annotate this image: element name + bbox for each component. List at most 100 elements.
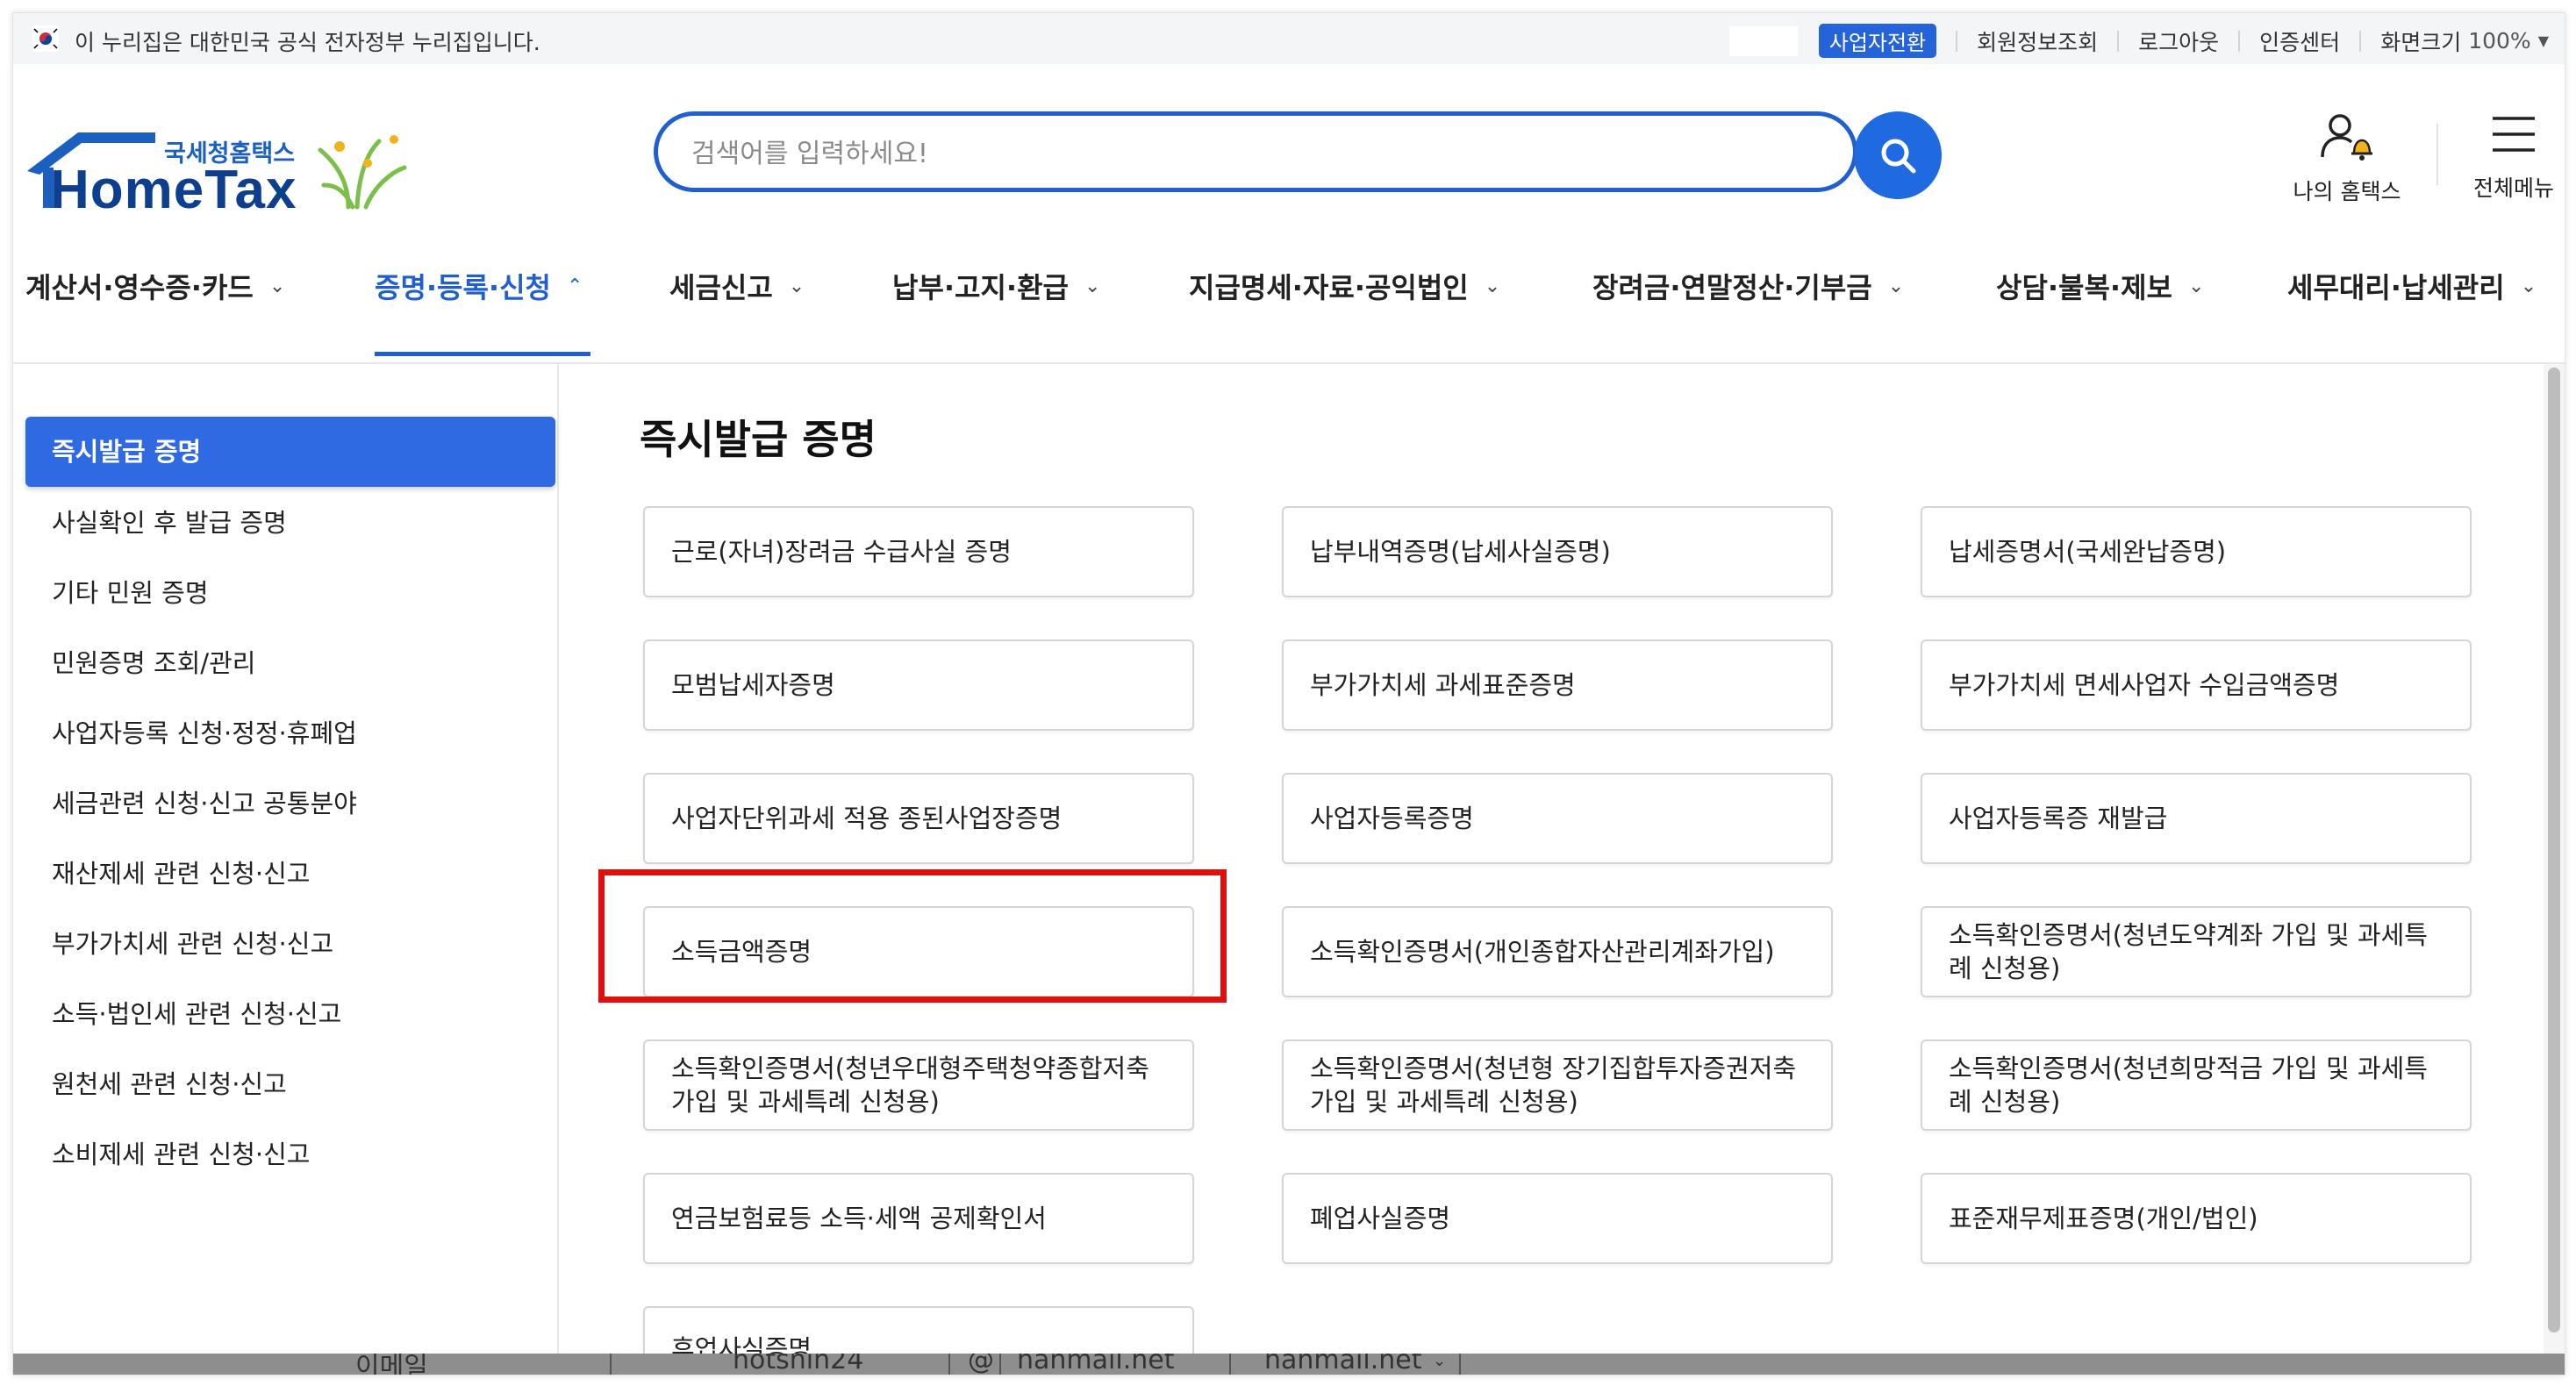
divider (2238, 30, 2241, 52)
sidebar-item-property-tax[interactable]: 재산제세 관련 신청·신고 (52, 854, 310, 890)
sidebar-item-consumption-tax[interactable]: 소비제세 관련 신청·신고 (52, 1134, 310, 1171)
nav-item-incentives[interactable]: 장려금·연말정산·기부금 ⌄ (1592, 266, 1904, 306)
email-label: 이메일 (355, 1354, 428, 1375)
chevron-down-icon[interactable]: ▼ (2538, 32, 2549, 49)
chevron-down-icon: ⌄ (1084, 275, 1101, 297)
scrollbar-thumb[interactable] (2548, 368, 2560, 1332)
nav-item-receipts[interactable]: 계산서·영수증·카드 ⌄ (25, 266, 285, 306)
search-icon (1881, 139, 1916, 174)
browser-frame: 이 누리집은 대한민국 공식 전자정부 누리집입니다. 사업자전환 회원정보조회… (12, 12, 2565, 1375)
page-title: 즉시발급 증명 (640, 416, 877, 463)
certificate-card[interactable]: 소득확인증명서(개인종합자산관리계좌가입) (1282, 906, 1833, 997)
certificate-card[interactable]: 표준재무제표증명(개인/법인) (1921, 1173, 2472, 1264)
nav-item-tax-agent[interactable]: 세무대리·납세관리 ⌄ (2287, 266, 2537, 306)
divider (948, 1354, 950, 1375)
chevron-down-icon: ⌄ (268, 275, 286, 297)
member-info-link[interactable]: 회원정보조회 (1977, 25, 2098, 57)
zoom-label: 화면크기 (2380, 29, 2462, 55)
nav-item-certificates[interactable]: 증명·등록·신청 ⌃ (375, 266, 583, 306)
divider (1956, 30, 1958, 52)
nav-label: 상담·불복·제보 (1996, 271, 2172, 304)
search-box (654, 111, 1857, 192)
certificate-card[interactable]: 사업자등록증명 (1282, 773, 1833, 864)
sidebar-item-other-certificates[interactable]: 기타 민원 증명 (52, 573, 209, 610)
chevron-up-icon: ⌃ (566, 275, 583, 297)
certificate-card[interactable]: 연금보험료등 소득·세액 공제확인서 (643, 1173, 1194, 1264)
logout-link[interactable]: 로그아웃 (2138, 25, 2219, 57)
certificate-card[interactable]: 납세증명서(국세완납증명) (1921, 506, 2472, 597)
email-domain-select[interactable]: hanmail.net (1264, 1354, 1421, 1375)
chevron-down-icon[interactable]: ⌄ (1433, 1354, 1446, 1370)
nav-label: 증명·등록·신청 (375, 271, 551, 304)
divider (2436, 124, 2438, 185)
user-bell-icon (2321, 114, 2372, 161)
my-hometax-button[interactable]: 나의 홈택스 (2277, 110, 2417, 206)
nav-item-payment[interactable]: 납부·고지·환급 ⌄ (892, 266, 1100, 306)
sidebar-item-withholding-tax[interactable]: 원천세 관련 신청·신고 (52, 1064, 287, 1101)
divider (2117, 30, 2120, 52)
nav-item-consulting[interactable]: 상담·불복·제보 ⌄ (1996, 266, 2204, 306)
blank-box (1728, 25, 1798, 56)
search-button[interactable] (1854, 111, 1942, 199)
plant-icon (318, 135, 407, 210)
government-notice: 이 누리집은 대한민국 공식 전자정부 누리집입니다. (75, 30, 540, 55)
logo-english-text: HomeTax (50, 160, 297, 220)
nav-label: 장려금·연말정산·기부금 (1592, 271, 1872, 304)
cert-center-link[interactable]: 인증센터 (2259, 25, 2340, 57)
chevron-down-icon: ⌄ (2520, 275, 2537, 297)
certificate-card[interactable]: 납부내역증명(납세사실증명) (1282, 506, 1833, 597)
all-menu-label: 전체메뉴 (2472, 175, 2554, 201)
divider (2359, 30, 2362, 52)
certificate-card[interactable]: 소득확인증명서(청년희망적금 가입 및 과세특례 신청용) (1921, 1040, 2472, 1131)
certificate-card[interactable]: 소득확인증명서(청년도약계좌 가입 및 과세특례 신청용) (1921, 906, 2472, 997)
hamburger-menu-icon (2493, 117, 2535, 152)
email-domain-field[interactable]: hanmail.net (1017, 1354, 1174, 1375)
search-input[interactable] (690, 132, 1746, 175)
sidebar-item-instant-certificates[interactable]: 즉시발급 증명 (25, 417, 555, 487)
nav-item-tax-return[interactable]: 세금신고 ⌄ (669, 266, 805, 306)
certificate-card[interactable]: 부가가치세 과세표준증명 (1282, 639, 1833, 731)
sidebar-item-income-corporate-tax[interactable]: 소득·법인세 관련 신청·신고 (52, 994, 341, 1031)
certificate-card[interactable]: 폐업사실증명 (1282, 1173, 1833, 1264)
email-id-field[interactable]: hotshin24 (733, 1354, 863, 1375)
main-navigation: 계산서·영수증·카드 ⌄ 증명·등록·신청 ⌃ 세금신고 ⌄ 납부·고지·환급 ⌄ 지급… (13, 248, 2565, 364)
chevron-down-icon: ⌄ (2187, 275, 2205, 297)
business-switch-button[interactable]: 사업자전환 (1818, 24, 1937, 58)
at-sign: @ (968, 1354, 994, 1375)
nav-label: 세금신고 (669, 271, 773, 304)
my-hometax-label: 나의 홈택스 (2293, 179, 2401, 204)
sidebar-item-business-registration[interactable]: 사업자등록 신청·정정·휴폐업 (52, 713, 357, 750)
zoom-select[interactable]: 100% (2468, 28, 2530, 54)
divider (999, 1354, 1001, 1375)
nav-label: 세무대리·납세관리 (2287, 271, 2505, 304)
nav-label: 납부·고지·환급 (892, 271, 1069, 304)
highlight-annotation (598, 869, 1227, 1003)
divider (1459, 1354, 1461, 1375)
divider (610, 1354, 612, 1375)
certificate-card[interactable]: 모범납세자증명 (643, 639, 1194, 731)
divider (1229, 1354, 1231, 1375)
korean-flag-icon (32, 25, 59, 52)
active-nav-indicator (375, 352, 590, 356)
certificate-card[interactable]: 소득확인증명서(청년형 장기집합투자증권저축 가입 및 과세특례 신청용) (1282, 1040, 1833, 1131)
certificate-card[interactable]: 근로(자녀)장려금 수급사실 증명 (643, 506, 1194, 597)
certificate-card[interactable]: 사업자단위과세 적용 종된사업장증명 (643, 773, 1194, 864)
chevron-down-icon: ⌄ (788, 275, 805, 297)
sidebar: 즉시발급 증명 사실확인 후 발급 증명 기타 민원 증명 민원증명 조회/관리… (13, 364, 559, 1375)
nav-item-payment-statements[interactable]: 지급명세·자료·공익법인 ⌄ (1189, 266, 1500, 306)
nav-label: 지급명세·자료·공익법인 (1189, 271, 1469, 304)
certificate-card[interactable]: 소득확인증명서(청년우대형주택청약종합저축 가입 및 과세특례 신청용) (643, 1040, 1194, 1131)
utility-menu: 사업자전환 회원정보조회 로그아웃 인증센터 화면크기 100% ▼ (1728, 24, 2549, 58)
sidebar-item-vat[interactable]: 부가가치세 관련 신청·신고 (52, 924, 333, 961)
certificate-card[interactable]: 부가가치세 면세사업자 수입금액증명 (1921, 639, 2472, 731)
government-notice-bar: 이 누리집은 대한민국 공식 전자정부 누리집입니다. 사업자전환 회원정보조회… (13, 13, 2565, 64)
nav-label: 계산서·영수증·카드 (25, 271, 254, 304)
hometax-logo[interactable]: 국세청홈택스 HomeTax (24, 106, 410, 225)
sidebar-item-certificate-management[interactable]: 민원증명 조회/관리 (52, 643, 255, 680)
sidebar-item-common-filings[interactable]: 세금관련 신청·신고 공통분야 (52, 783, 357, 820)
chevron-down-icon: ⌄ (1887, 275, 1905, 297)
chevron-down-icon: ⌄ (1484, 275, 1501, 297)
all-menu-button[interactable]: 전체메뉴 (2461, 110, 2565, 203)
certificate-card[interactable]: 사업자등록증 재발급 (1921, 773, 2472, 864)
sidebar-item-verified-certificates[interactable]: 사실확인 후 발급 증명 (52, 503, 287, 539)
